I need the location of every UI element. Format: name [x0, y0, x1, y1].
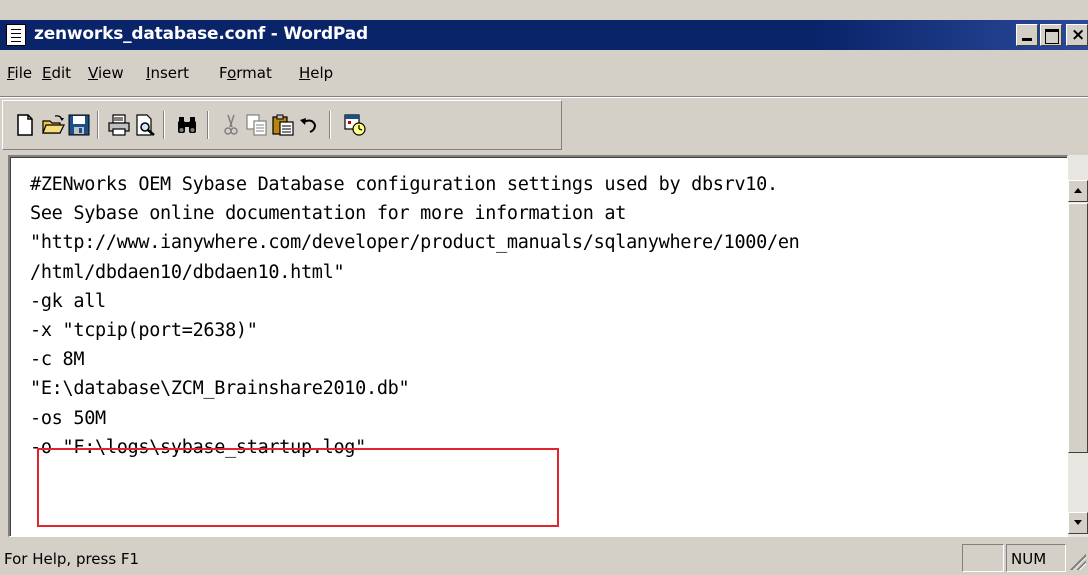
num-lock-indicator: NUM: [1006, 544, 1066, 572]
wordpad-document-icon[interactable]: [6, 24, 26, 46]
status-bar: For Help, press F1 NUM: [0, 540, 1088, 575]
undo-icon[interactable]: [297, 113, 321, 137]
insert-date-time-icon[interactable]: [343, 113, 367, 137]
arrow-up-icon: [1074, 188, 1082, 193]
text-line: -os 50M: [30, 407, 106, 429]
resize-grip-icon[interactable]: [1070, 554, 1086, 570]
cut-scissors-icon[interactable]: [219, 113, 243, 137]
text-line: /html/dbdaen10/dbdaen10.html": [30, 261, 345, 283]
title-bar[interactable]: zenworks_database.conf - WordPad ×: [0, 20, 1088, 50]
text-line: See Sybase online documentation for more…: [30, 203, 627, 225]
scroll-down-button[interactable]: [1068, 512, 1088, 534]
find-binoculars-icon[interactable]: [175, 113, 199, 137]
toolbar: [2, 100, 562, 150]
menu-format[interactable]: Format: [219, 64, 272, 82]
close-icon: ×: [1071, 25, 1086, 45]
menu-edit[interactable]: Edit: [42, 64, 71, 82]
window-title: zenworks_database.conf - WordPad: [34, 24, 368, 44]
print-preview-icon[interactable]: [133, 113, 157, 137]
status-pane-empty: [962, 544, 1004, 572]
menu-file[interactable]: File: [7, 64, 32, 82]
wordpad-window: zenworks_database.conf - WordPad × File …: [0, 0, 1088, 575]
menu-insert[interactable]: Insert: [146, 64, 189, 82]
text-line: -c 8M: [30, 349, 85, 371]
vertical-scrollbar[interactable]: [1068, 155, 1088, 537]
menu-help[interactable]: Help: [299, 64, 333, 82]
highlight-box: [37, 448, 559, 527]
menu-bar: File Edit View Insert Format Help: [0, 52, 1088, 96]
document-content: #ZENworks OEM Sybase Database configurat…: [30, 170, 1050, 462]
toolbar-separator: [0, 96, 1088, 98]
text-line: "http://www.ianywhere.com/developer/prod…: [30, 232, 800, 254]
toolbar-divider: [329, 111, 331, 139]
save-disk-icon[interactable]: [67, 113, 91, 137]
minimize-button[interactable]: [1016, 24, 1038, 46]
text-line: #ZENworks OEM Sybase Database configurat…: [30, 174, 778, 195]
paste-icon[interactable]: [271, 113, 295, 137]
text-line: -gk all: [30, 290, 106, 312]
copy-icon[interactable]: [245, 113, 269, 137]
arrow-down-icon: [1074, 520, 1082, 525]
maximize-button[interactable]: [1040, 24, 1062, 46]
text-line: -x "tcpip(port=2638)": [30, 319, 258, 341]
document-text-area[interactable]: #ZENworks OEM Sybase Database configurat…: [8, 155, 1068, 537]
scroll-thumb[interactable]: [1068, 203, 1088, 453]
text-line: "E:\database\ZCM_Brainshare2010.db": [30, 378, 410, 400]
print-icon[interactable]: [107, 113, 131, 137]
close-button[interactable]: ×: [1066, 24, 1088, 46]
open-folder-icon[interactable]: [41, 113, 65, 137]
toolbar-divider: [207, 111, 209, 139]
toolbar-divider: [97, 111, 99, 139]
menu-view[interactable]: View: [88, 64, 124, 82]
new-document-icon[interactable]: [13, 113, 37, 137]
scroll-up-button[interactable]: [1068, 180, 1088, 202]
status-help-text: For Help, press F1: [4, 550, 140, 568]
toolbar-divider: [163, 111, 165, 139]
